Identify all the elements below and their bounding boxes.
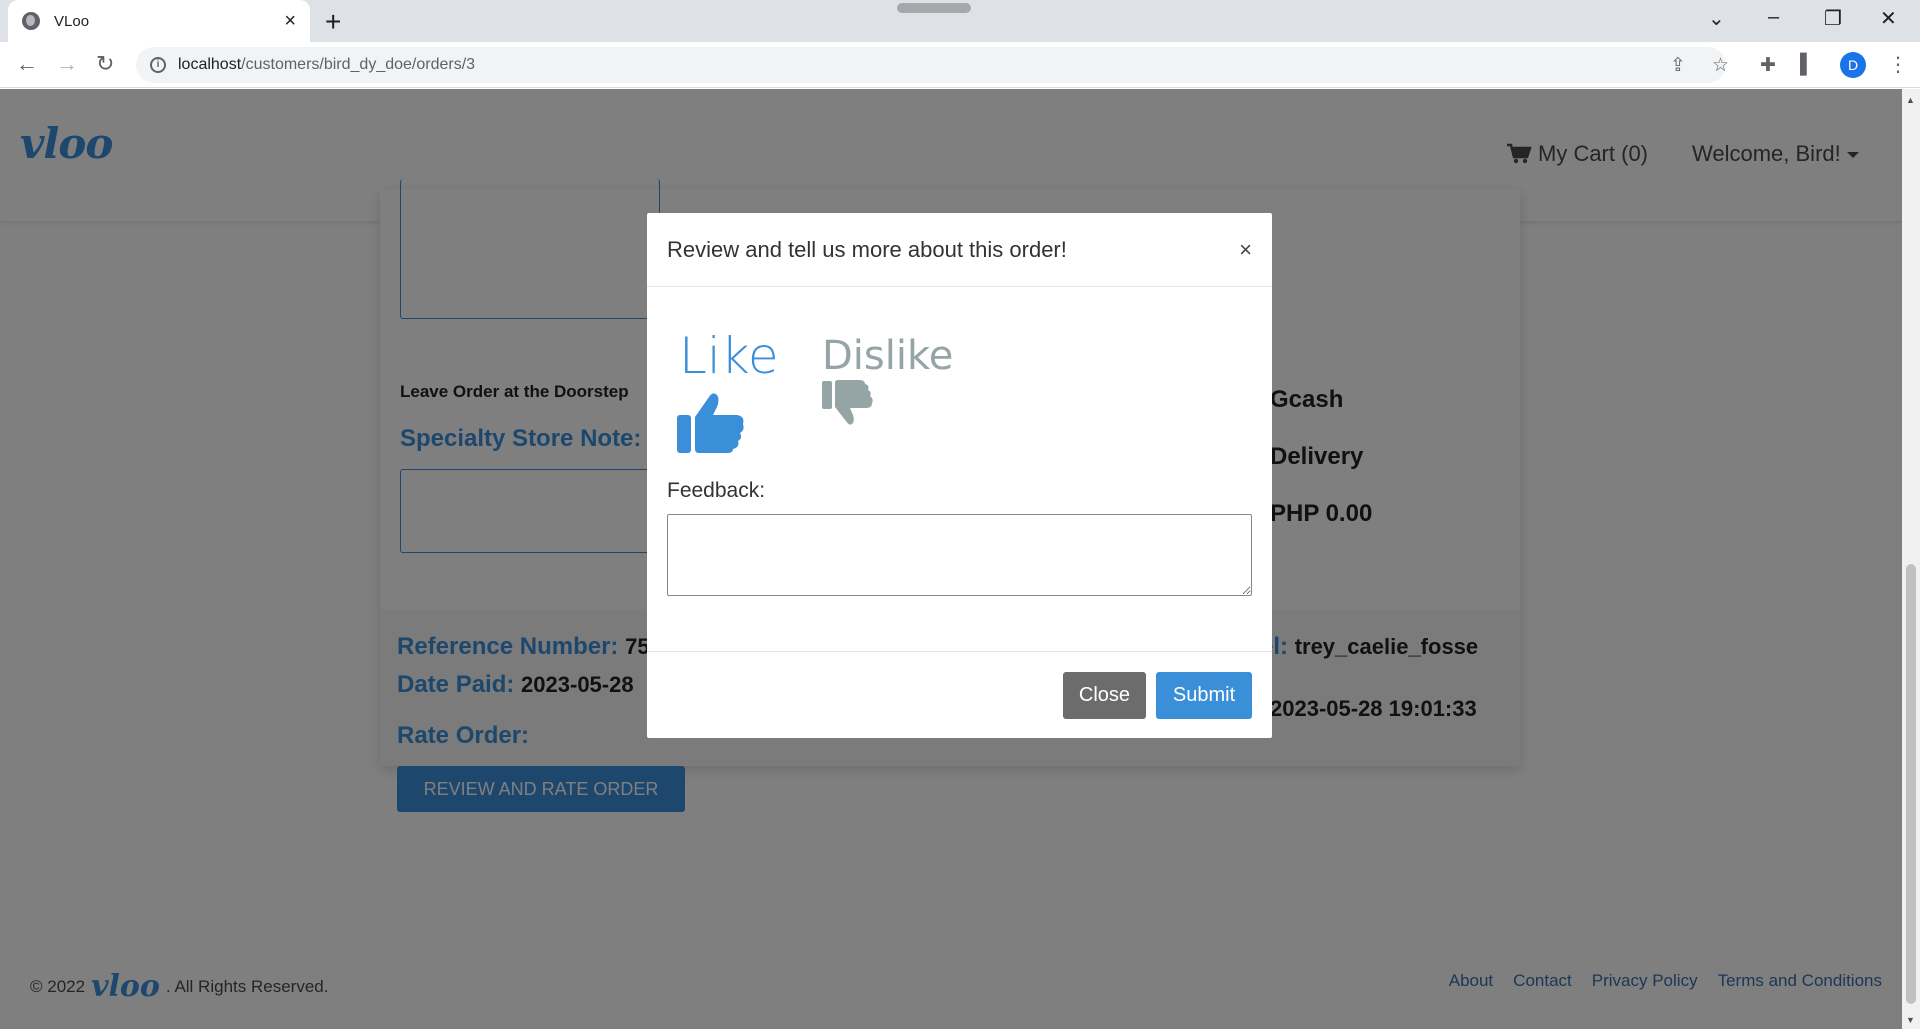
- back-arrow-icon[interactable]: ←: [16, 51, 38, 77]
- feedback-label: Feedback:: [667, 479, 766, 502]
- page-scrollbar[interactable]: ▲ ▼: [1902, 89, 1920, 1029]
- address-bar[interactable]: i localhost/customers/bird_dy_doe/orders…: [136, 47, 1726, 83]
- page-content: vloo My Cart (0) Welcome, Bird! Leave Or…: [0, 89, 1902, 1029]
- globe-icon: [22, 12, 40, 30]
- url-path: /customers/bird_dy_doe/orders/3: [241, 56, 476, 73]
- scroll-thumb[interactable]: [1906, 564, 1916, 1004]
- window-drag-handle[interactable]: [897, 3, 971, 13]
- scroll-up-arrow-icon[interactable]: ▲: [1906, 95, 1915, 105]
- bookmark-star-icon[interactable]: ☆: [1712, 54, 1729, 77]
- feedback-textarea[interactable]: [667, 514, 1252, 596]
- submit-button[interactable]: Submit: [1156, 672, 1252, 719]
- share-icon[interactable]: ⇪: [1670, 54, 1686, 77]
- minimize-button[interactable]: –: [1768, 6, 1779, 29]
- extensions-puzzle-icon[interactable]: ✚: [1760, 54, 1776, 77]
- browser-tabstrip: VLoo × + ⌄ – ❐ ✕: [0, 0, 1920, 42]
- thumbs-up-icon[interactable]: [675, 389, 747, 455]
- modal-close-icon[interactable]: ×: [1239, 237, 1252, 263]
- review-modal: Review and tell us more about this order…: [647, 213, 1272, 738]
- browser-toolbar: ← → ↻ i localhost/customers/bird_dy_doe/…: [0, 42, 1920, 88]
- scroll-down-arrow-icon[interactable]: ▼: [1906, 1015, 1915, 1025]
- tab-title: VLoo: [54, 12, 90, 30]
- tab-close-icon[interactable]: ×: [284, 10, 296, 33]
- modal-footer: Close Submit: [647, 651, 1272, 738]
- site-info-icon[interactable]: i: [150, 57, 166, 73]
- like-option[interactable]: Like: [679, 327, 779, 385]
- tab-search-icon[interactable]: ⌄: [1708, 6, 1725, 31]
- url-host: localhost: [178, 56, 242, 73]
- dislike-option[interactable]: Dislike: [822, 333, 953, 379]
- thumbs-down-icon[interactable]: [821, 379, 875, 425]
- restore-button[interactable]: ❐: [1824, 6, 1842, 31]
- modal-header: Review and tell us more about this order…: [647, 213, 1272, 287]
- profile-avatar[interactable]: D: [1840, 52, 1866, 78]
- browser-tab[interactable]: VLoo ×: [8, 0, 310, 42]
- forward-arrow-icon[interactable]: →: [56, 51, 78, 77]
- browser-menu-icon[interactable]: ⋮: [1888, 52, 1908, 77]
- reload-icon[interactable]: ↻: [96, 51, 114, 77]
- window-close-button[interactable]: ✕: [1880, 6, 1897, 31]
- modal-title: Review and tell us more about this order…: [667, 236, 1067, 262]
- new-tab-button[interactable]: +: [325, 6, 341, 38]
- side-panel-icon[interactable]: ▌: [1800, 54, 1813, 76]
- close-button[interactable]: Close: [1063, 672, 1146, 719]
